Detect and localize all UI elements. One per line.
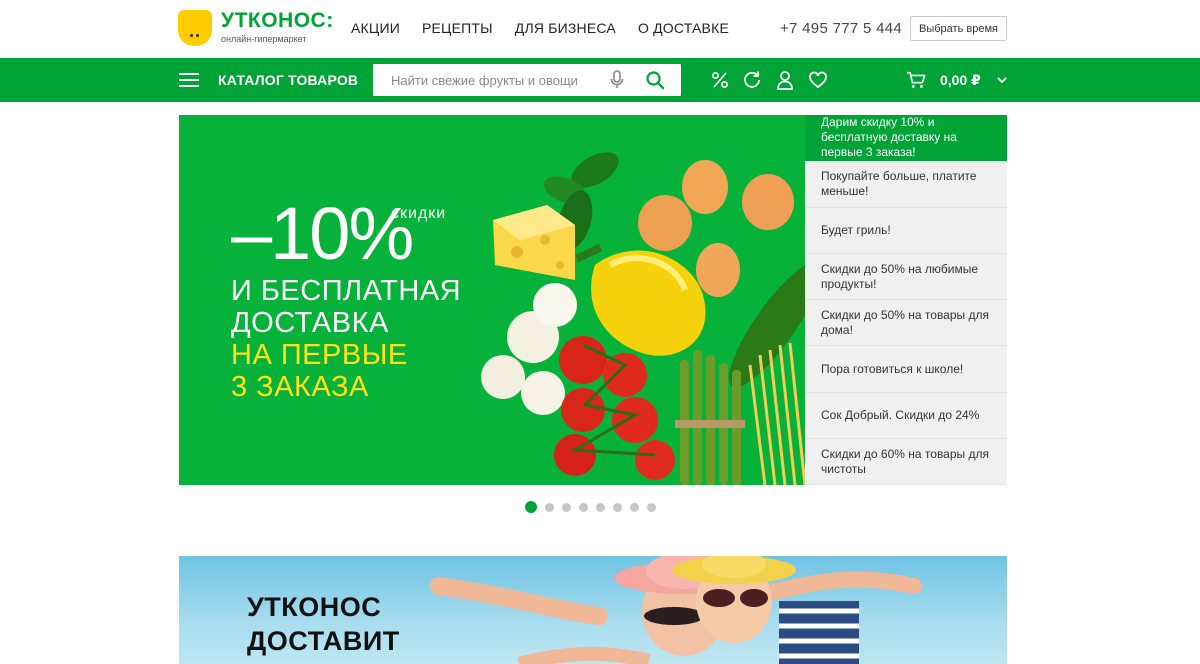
slider-dot[interactable] (562, 502, 571, 512)
logo[interactable]: УТКОНОС: онлайн-гипермаркет (178, 10, 334, 46)
promo-item[interactable]: Скидки до 50% на любимые продукты! (805, 253, 1007, 301)
chevron-down-icon[interactable] (996, 74, 1008, 86)
catalog-button[interactable]: КАТАЛОГ ТОВАРОВ (218, 72, 358, 88)
menu-icon[interactable] (179, 73, 199, 87)
banner-title-line-1: УТКОНОС (247, 592, 382, 622)
nav-link-business[interactable]: ДЛЯ БИЗНЕСА (515, 20, 616, 36)
promo-item[interactable]: Скидки до 50% на товары для дома! (805, 300, 1007, 347)
cart-total[interactable]: 0,00 ₽ (940, 72, 981, 89)
promo-item[interactable]: Дарим скидку 10% и бесплатную доставку н… (805, 115, 1007, 162)
hero-banner[interactable]: –10% скидки И БЕСПЛАТНАЯ ДОСТАВКА НА ПЕР… (179, 115, 805, 485)
percent-icon[interactable] (710, 70, 730, 90)
slider-dot[interactable] (579, 502, 588, 512)
hero-line-1: И БЕСПЛАТНАЯ (231, 275, 462, 307)
promo-item[interactable]: Покупайте больше, платите меньше! (805, 161, 1007, 208)
nav-link-delivery[interactable]: О ДОСТАВКЕ (638, 20, 729, 36)
cart-icon[interactable] (906, 70, 926, 90)
heart-icon[interactable] (808, 70, 828, 90)
search-input[interactable] (373, 64, 603, 96)
phone-number[interactable]: +7 495 777 5 444 (780, 20, 902, 37)
promo-item[interactable]: Будет гриль! (805, 207, 1007, 254)
hero-discount: –10% (231, 192, 414, 275)
nav-link-promotions[interactable]: АКЦИИ (351, 20, 400, 36)
top-header: УТКОНОС: онлайн-гипермаркет АКЦИИ РЕЦЕПТ… (0, 0, 1200, 58)
slider-dot[interactable] (630, 502, 639, 512)
promo-item[interactable]: Скидки до 60% на товары для чистоты (805, 439, 1007, 486)
duck-logo-icon (178, 10, 212, 46)
logo-subtitle: онлайн-гипермаркет (221, 34, 307, 44)
vegetables-illustration (481, 152, 805, 485)
nav-link-recipes[interactable]: РЕЦЕПТЫ (422, 20, 493, 36)
hero-line-2: ДОСТАВКА (231, 307, 389, 339)
slider-dot[interactable] (647, 502, 656, 512)
promo-list: Дарим скидку 10% и бесплатную доставку н… (805, 115, 1007, 486)
hero-line-4: 3 ЗАКАЗА (231, 371, 369, 403)
slider-dot[interactable] (545, 502, 554, 512)
search-icon[interactable] (645, 70, 665, 90)
main-nav-bar: КАТАЛОГ ТОВАРОВ 0,00 ₽ (0, 58, 1200, 102)
promo-item[interactable]: Пора готовиться к школе! (805, 346, 1007, 393)
slider-pagination (525, 501, 656, 513)
hero-line-3: НА ПЕРВЫЕ (231, 339, 408, 371)
delivery-banner[interactable]: УТКОНОС ДОСТАВИТ (179, 556, 1007, 664)
top-nav: АКЦИИ РЕЦЕПТЫ ДЛЯ БИЗНЕСА О ДОСТАВКЕ (351, 20, 729, 36)
logo-name: УТКОНОС: (221, 9, 334, 32)
slider-dot[interactable] (525, 501, 537, 513)
search-box (373, 64, 681, 96)
banner-title-line-2: ДОСТАВИТ (247, 626, 400, 656)
hero-discount-word: скидки (391, 205, 447, 222)
user-icon[interactable] (775, 70, 795, 90)
slider-dot[interactable] (596, 502, 605, 512)
history-icon[interactable] (742, 70, 762, 90)
slider-dot[interactable] (613, 502, 622, 512)
promo-item[interactable]: Сок Добрый. Скидки до 24% (805, 392, 1007, 440)
choose-time-button[interactable]: Выбрать время (910, 16, 1007, 41)
microphone-icon[interactable] (609, 70, 625, 90)
